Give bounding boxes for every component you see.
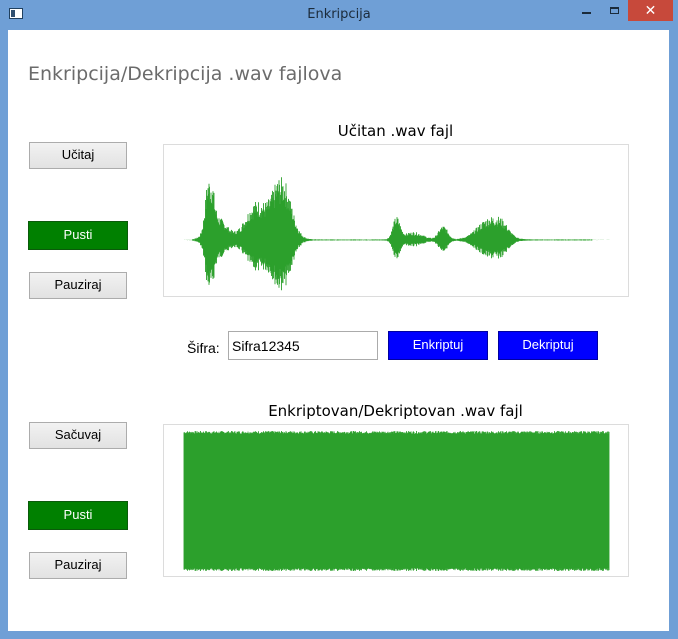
waveform-trace [183, 431, 610, 571]
loaded-waveform [184, 177, 610, 291]
decrypt-button[interactable]: Dekriptuj [498, 331, 598, 360]
encrypt-button[interactable]: Enkriptuj [388, 331, 488, 360]
page-title: Enkripcija/Dekripcija .wav fajlova [28, 63, 343, 85]
loaded-waveform-plot [163, 144, 629, 297]
load-button[interactable]: Učitaj [29, 142, 127, 169]
app-window: Enkripcija ✕ Enkripcija/Dekripcija .wav … [0, 0, 678, 639]
minimize-button[interactable] [572, 0, 600, 21]
loaded-plot-title: Učitan .wav fajl [337, 122, 454, 140]
result-plot-title: Enkriptovan/Dekriptovan .wav fajl [268, 402, 523, 420]
close-button[interactable]: ✕ [628, 0, 673, 21]
close-icon: ✕ [644, 2, 657, 19]
title-bar[interactable]: Enkripcija ✕ [0, 0, 678, 30]
pause-result-button[interactable]: Pauziraj [29, 552, 127, 579]
client-area: Enkripcija/Dekripcija .wav fajlova Učita… [8, 30, 669, 631]
save-button[interactable]: Sačuvaj [29, 422, 127, 449]
minimize-icon [581, 11, 591, 14]
waveform-trace [184, 177, 610, 291]
maximize-icon [609, 7, 619, 14]
result-waveform [183, 431, 610, 571]
maximize-button[interactable] [600, 0, 628, 21]
play-result-button[interactable]: Pusti [28, 501, 128, 530]
result-waveform-plot [163, 424, 629, 577]
play-loaded-button[interactable]: Pusti [28, 221, 128, 250]
pause-loaded-button[interactable]: Pauziraj [29, 272, 127, 299]
cipher-label: Šifra: [187, 340, 220, 356]
cipher-input[interactable] [228, 331, 378, 360]
